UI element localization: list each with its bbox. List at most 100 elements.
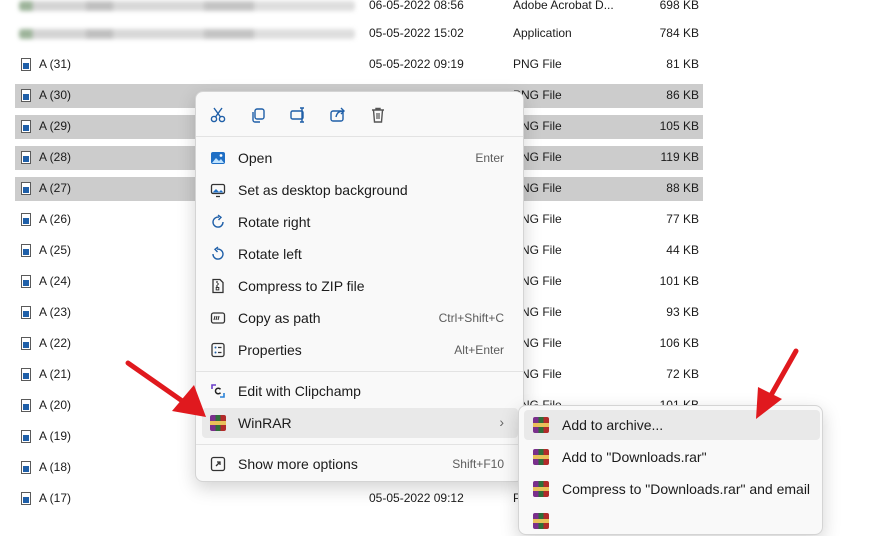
share-button[interactable] (324, 103, 352, 127)
file-size: 784 KB (659, 26, 699, 40)
winrar-icon (533, 481, 549, 497)
file-row[interactable]: 06-05-2022 08:56 Adobe Acrobat D... 698 … (15, 0, 703, 18)
submenu-item-partial[interactable] (524, 506, 820, 536)
copy-button[interactable] (244, 103, 272, 127)
rename-button[interactable] (284, 103, 312, 127)
menu-item-rotate-right[interactable]: Rotate right (202, 207, 518, 237)
file-name: A (27) (39, 181, 72, 195)
chevron-right-icon: › (499, 414, 504, 430)
file-row[interactable]: A (31) 05-05-2022 09:19 PNG File 81 KB (15, 53, 703, 77)
file-name: A (28) (39, 150, 72, 164)
file-type: Application (513, 26, 572, 40)
file-date: 05-05-2022 09:19 (369, 57, 464, 71)
png-file-icon (21, 213, 31, 226)
file-name: A (30) (39, 88, 72, 102)
winrar-submenu: Add to archive... Add to "Downloads.rar"… (518, 405, 823, 535)
submenu-item-label: Add to archive... (562, 417, 664, 433)
png-file-icon (21, 182, 31, 195)
file-size: 86 KB (666, 88, 699, 102)
menu-item-rotate-left[interactable]: Rotate left (202, 239, 518, 269)
menu-separator (196, 371, 523, 372)
menu-item-set-desktop-background[interactable]: Set as desktop background (202, 175, 518, 205)
menu-item-winrar[interactable]: WinRAR › (202, 408, 518, 438)
blurred-filename (19, 29, 355, 39)
zip-icon (212, 278, 224, 294)
file-size: 44 KB (666, 243, 699, 257)
file-name: A (21) (39, 367, 72, 381)
png-file-icon (21, 89, 31, 102)
file-name: A (26) (39, 212, 72, 226)
menu-item-label: Rotate right (238, 214, 311, 230)
image-open-icon (211, 152, 225, 164)
file-name: A (23) (39, 305, 72, 319)
menu-item-compress-zip[interactable]: Compress to ZIP file (202, 271, 518, 301)
menu-item-edit-with-clipchamp[interactable]: Edit with Clipchamp (202, 376, 518, 406)
copy-icon (252, 108, 265, 123)
shortcut-text: Alt+Enter (454, 343, 504, 357)
winrar-icon (533, 513, 549, 529)
desktop-background-icon (210, 183, 226, 198)
winrar-icon (533, 449, 549, 465)
trash-icon (372, 107, 384, 123)
file-size: 93 KB (666, 305, 699, 319)
rotate-left-icon (212, 246, 224, 260)
file-name: A (17) (39, 491, 72, 505)
submenu-item-label: Add to "Downloads.rar" (562, 449, 707, 465)
menu-item-label: WinRAR (238, 415, 292, 431)
file-size: 101 KB (659, 274, 699, 288)
file-date: 05-05-2022 15:02 (369, 26, 464, 40)
file-type: PNG File (513, 57, 562, 71)
file-size: 77 KB (666, 212, 699, 226)
more-options-icon (210, 456, 226, 472)
blurred-filename (19, 1, 355, 11)
file-name: A (31) (39, 57, 72, 71)
png-file-icon (21, 306, 31, 319)
file-name: A (18) (39, 460, 72, 474)
file-type: Adobe Acrobat D... (513, 0, 614, 12)
shortcut-text: Ctrl+Shift+C (438, 311, 504, 325)
share-icon (330, 107, 345, 122)
file-name: A (24) (39, 274, 72, 288)
file-date: 05-05-2022 09:12 (369, 491, 464, 505)
file-name: A (19) (39, 429, 72, 443)
png-file-icon (21, 461, 31, 474)
file-name: A (25) (39, 243, 72, 257)
menu-item-show-more-options[interactable]: Show more options Shift+F10 (202, 449, 518, 479)
context-menu: Open Enter Set as desktop background Rot… (195, 91, 524, 482)
file-name: A (20) (39, 398, 72, 412)
file-size: 105 KB (659, 119, 699, 133)
menu-item-label: Rotate left (238, 246, 302, 262)
file-size: 81 KB (666, 57, 699, 71)
winrar-icon (533, 417, 549, 433)
annotation-arrow-right (756, 348, 799, 419)
png-file-icon (21, 120, 31, 133)
file-size: 119 KB (660, 150, 699, 164)
shortcut-text: Shift+F10 (452, 457, 504, 471)
png-file-icon (21, 58, 31, 71)
file-row[interactable]: 05-05-2022 15:02 Application 784 KB (15, 22, 703, 46)
menu-item-open[interactable]: Open Enter (202, 143, 518, 173)
delete-button[interactable] (364, 103, 392, 127)
menu-item-label: Show more options (238, 456, 358, 472)
file-date: 06-05-2022 08:56 (369, 0, 464, 12)
file-size: 106 KB (659, 336, 699, 350)
menu-item-label: Copy as path (238, 310, 321, 326)
png-file-icon (21, 244, 31, 257)
submenu-item-add-to-downloads-rar[interactable]: Add to "Downloads.rar" (524, 442, 820, 472)
menu-separator (196, 136, 523, 137)
annotation-arrow-left (125, 360, 206, 417)
menu-item-properties[interactable]: Properties Alt+Enter (202, 335, 518, 365)
menu-item-label: Properties (238, 342, 302, 358)
copy-path-icon (210, 312, 226, 324)
png-file-icon (21, 368, 31, 381)
shortcut-text: Enter (475, 151, 504, 165)
submenu-item-compress-and-email[interactable]: Compress to "Downloads.rar" and email (524, 474, 820, 504)
menu-separator (196, 444, 523, 445)
menu-item-copy-as-path[interactable]: Copy as path Ctrl+Shift+C (202, 303, 518, 333)
scissors-icon (210, 107, 226, 123)
file-size: 88 KB (666, 181, 699, 195)
png-file-icon (21, 151, 31, 164)
png-file-icon (21, 399, 31, 412)
cut-button[interactable] (204, 103, 232, 127)
menu-item-label: Set as desktop background (238, 182, 408, 198)
